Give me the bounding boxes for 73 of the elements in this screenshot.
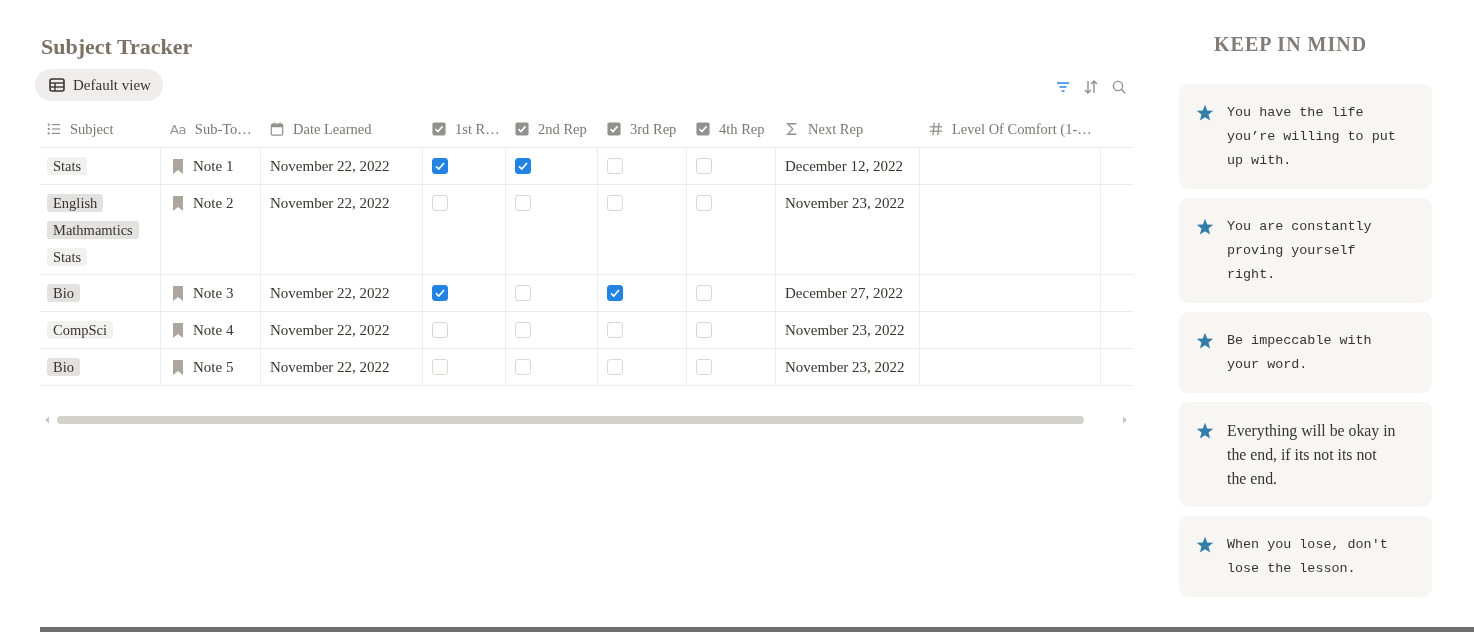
sub-topic-link[interactable]: Note 1 (193, 156, 234, 176)
next-rep-date: November 23, 2022 (785, 195, 905, 211)
sub-topic-link[interactable]: Note 3 (193, 283, 234, 303)
subject-tag: Mathmamtics (47, 221, 139, 239)
checkbox-icon (432, 122, 446, 136)
quote-text: Be impeccable with your word. (1227, 332, 1373, 374)
next-rep-date: November 23, 2022 (785, 322, 905, 338)
checkbox[interactable] (432, 158, 448, 174)
quote-text: When you lose, don't lose the lesson. (1227, 536, 1389, 578)
quote-text: Everything will be okay in the end, if its not its not the end. (1227, 421, 1397, 489)
date-cell: November 22, 2022 (270, 322, 390, 338)
sub-topic-link[interactable]: Note 4 (193, 320, 234, 340)
column-header[interactable]: Level Of Comfort (1-… (920, 111, 1101, 147)
quote-text: You are constantly proving yourself right. (1227, 218, 1373, 284)
star-icon (1196, 422, 1214, 440)
date-cell: November 22, 2022 (270, 195, 390, 211)
subject-tag: Bio (47, 284, 80, 302)
check-icon (434, 160, 446, 172)
bookmark-icon (172, 196, 184, 211)
hash-icon (929, 122, 943, 136)
checkbox[interactable] (432, 285, 448, 301)
page-title: Subject Tracker (41, 33, 193, 61)
column-header[interactable]: 2nd Rep (506, 111, 598, 147)
check-icon (517, 160, 529, 172)
date-cell: November 22, 2022 (270, 359, 390, 375)
table-icon (49, 78, 65, 92)
checkbox[interactable] (515, 158, 531, 174)
column-header[interactable]: 3rd Rep (598, 111, 687, 147)
subject-tag: Stats (47, 157, 88, 175)
check-icon (609, 287, 621, 299)
next-rep-date: November 23, 2022 (785, 359, 905, 375)
scroll-right-icon[interactable] (1122, 416, 1128, 424)
list-icon (47, 122, 61, 136)
subject-tag: Bio (47, 358, 80, 376)
subject-tag: CompSci (47, 321, 113, 339)
column-header[interactable]: Date Learned (261, 111, 423, 147)
scroll-left-icon[interactable] (44, 416, 50, 424)
star-icon (1196, 218, 1214, 236)
scrollbar-thumb[interactable] (57, 416, 1084, 424)
star-icon (1196, 332, 1214, 350)
search-icon[interactable] (1112, 80, 1126, 94)
column-header[interactable]: Aa Sub-To… (161, 111, 261, 147)
subject-tag: English (47, 194, 104, 212)
date-cell: November 22, 2022 (270, 158, 390, 174)
star-icon (1196, 104, 1214, 122)
sigma-icon (785, 122, 799, 136)
subject-tag: Stats (47, 248, 88, 266)
filter-icon[interactable] (1056, 80, 1070, 94)
bookmark-icon (172, 159, 184, 174)
column-header[interactable]: 4th Rep (687, 111, 776, 147)
date-cell: November 22, 2022 (270, 285, 390, 301)
column-header[interactable]: 1st R… (423, 111, 506, 147)
checkbox-icon (607, 122, 621, 136)
quote-text: You have the life you’re willing to put up with. (1227, 104, 1397, 170)
sub-topic-link[interactable]: Note 2 (193, 193, 234, 213)
column-header[interactable]: Subject (40, 111, 161, 147)
calendar-icon (270, 122, 284, 136)
bookmark-icon (172, 360, 184, 375)
checkbox-icon (696, 122, 710, 136)
column-header[interactable]: Next Rep (776, 111, 920, 147)
check-icon (434, 287, 446, 299)
view-tab[interactable]: Default view (35, 69, 163, 101)
sidebar-heading: KEEP IN MIND (1214, 33, 1368, 55)
checkbox[interactable] (607, 285, 623, 301)
bookmark-icon (172, 286, 184, 301)
checkbox-icon (515, 122, 529, 136)
text-type-icon: Aa (170, 121, 186, 137)
sort-icon[interactable] (1084, 80, 1098, 94)
bookmark-icon (172, 323, 184, 338)
next-rep-date: December 27, 2022 (785, 285, 903, 301)
next-rep-date: December 12, 2022 (785, 158, 903, 174)
sub-topic-link[interactable]: Note 5 (193, 357, 234, 377)
star-icon (1196, 536, 1214, 554)
